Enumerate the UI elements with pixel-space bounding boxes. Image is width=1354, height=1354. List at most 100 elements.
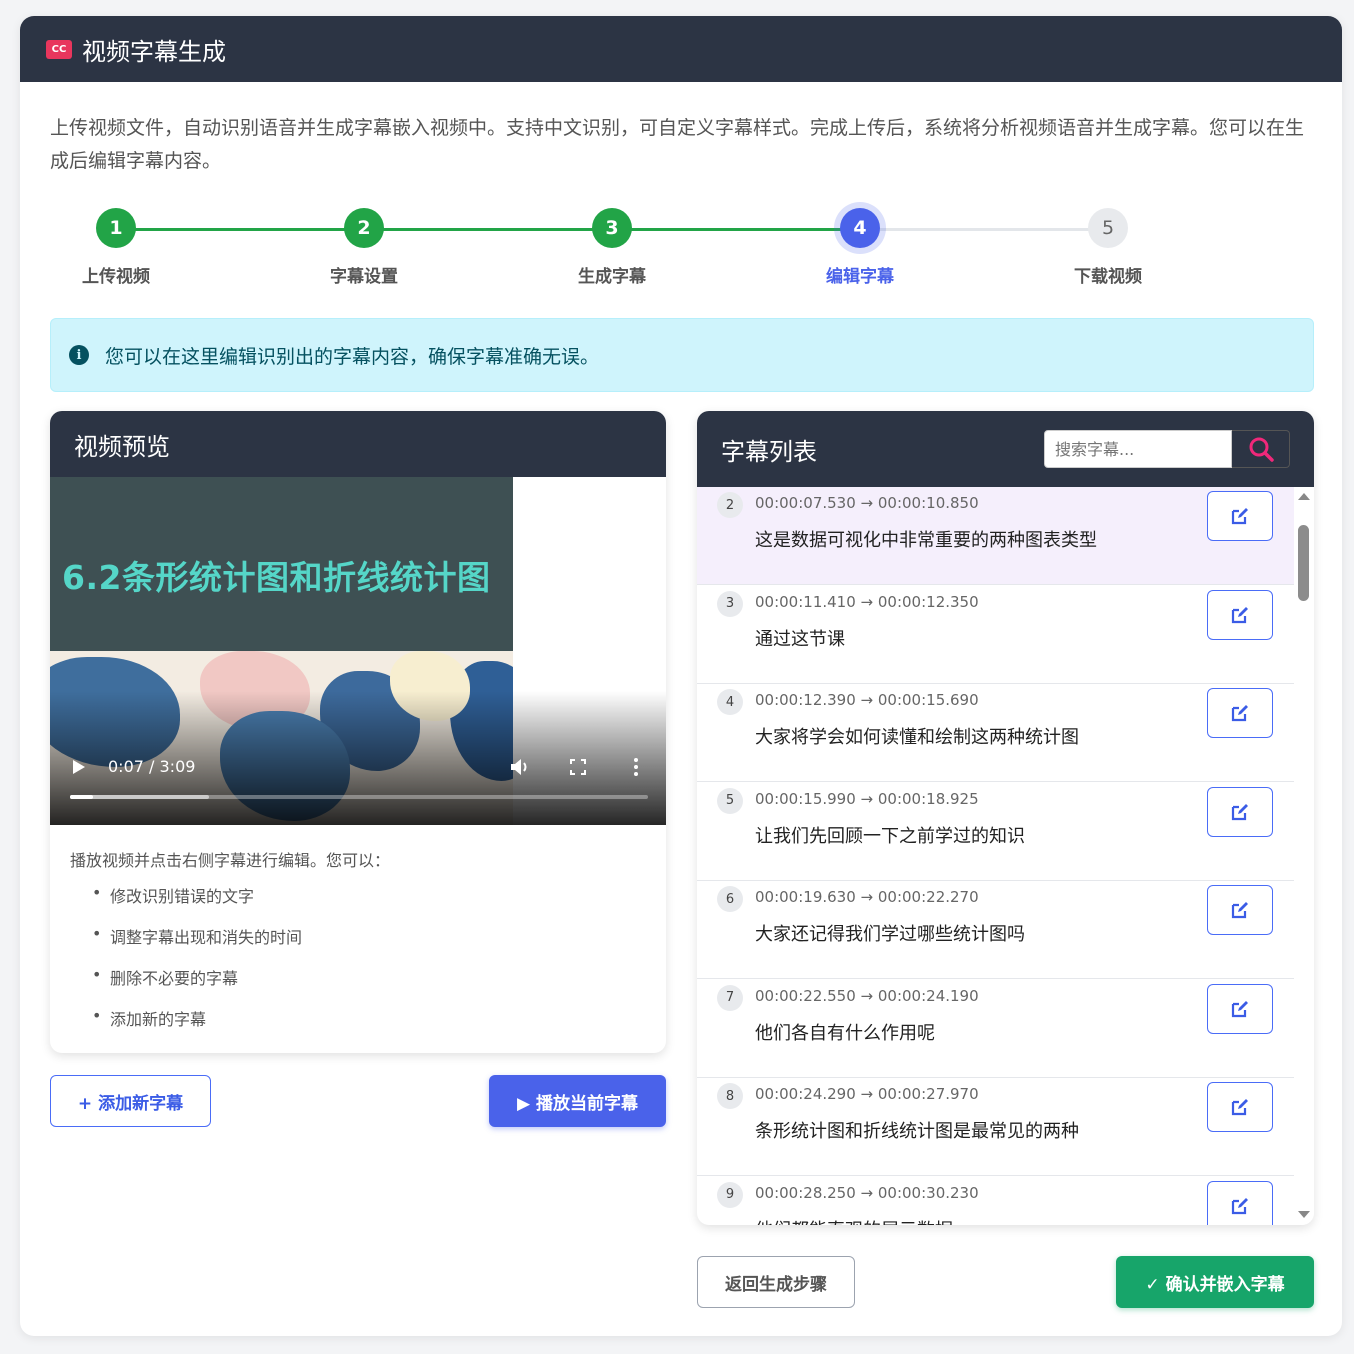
subtitle-text: 通过这节课 — [755, 628, 845, 650]
play-icon[interactable] — [72, 759, 86, 775]
scroll-up-arrow-icon[interactable] — [1298, 493, 1310, 500]
tips-list: 修改识别错误的文字 调整字幕出现和消失的时间 删除不必要的字幕 添加新的字幕 — [70, 883, 646, 1030]
subtitle-timecode: 00:00:15.990 → 00:00:18.925 — [755, 789, 979, 808]
subtitle-text: 让我们先回顾一下之前学过的知识 — [755, 825, 1025, 847]
subtitle-row[interactable]: 3 00:00:11.410 → 00:00:12.350 通过这节课 — [697, 586, 1294, 684]
tip-item: 添加新的字幕 — [90, 1006, 646, 1030]
subtitle-list-panel: 字幕列表 2 00:00:07.530 → 00:00:10.850 这是数据可视化… — [697, 411, 1314, 1225]
subtitle-row[interactable]: 6 00:00:19.630 → 00:00:22.270 大家还记得我们学过哪些统… — [697, 881, 1294, 979]
edit-subtitle-button[interactable] — [1207, 885, 1273, 935]
edit-icon — [1231, 508, 1248, 525]
subtitle-index: 5 — [717, 787, 743, 814]
tip-item: 修改识别错误的文字 — [90, 883, 646, 907]
step-progress: 1 上传视频 2 字幕设置 3 生成字幕 4 编辑字幕 5 下载视频 — [82, 204, 1246, 294]
edit-icon — [1231, 705, 1248, 722]
edit-subtitle-button[interactable] — [1207, 688, 1273, 738]
step-2: 2 字幕设置 — [294, 208, 434, 287]
scroll-thumb[interactable] — [1298, 525, 1309, 601]
step-4-circle: 4 — [840, 208, 880, 248]
edit-subtitle-button[interactable] — [1207, 589, 1273, 640]
subtitle-timecode: 00:00:07.530 → 00:00:10.850 — [755, 494, 979, 512]
edit-icon — [1231, 1099, 1248, 1116]
subtitle-list-scrollbar[interactable] — [1294, 487, 1314, 1225]
subtitle-timecode: 00:00:24.290 → 00:00:27.970 — [755, 1085, 979, 1103]
step-5-circle: 5 — [1088, 208, 1128, 248]
subtitle-row[interactable]: 7 00:00:22.550 → 00:00:24.190 他们各自有什么作用呢 — [697, 980, 1294, 1078]
step-1: 1 上传视频 — [46, 208, 186, 287]
subtitle-timecode: 00:00:22.550 → 00:00:24.190 — [755, 986, 979, 1005]
video-player[interactable]: 6.2条形统计图和折线统计图 0:07 / 3:09 — [50, 477, 666, 825]
scroll-down-arrow-icon[interactable] — [1298, 1211, 1310, 1218]
subtitle-list-title: 字幕列表 — [721, 437, 817, 466]
subtitle-row[interactable]: 5 00:00:15.990 → 00:00:18.925 让我们先回顾一下之前学过… — [697, 783, 1294, 881]
page-description: 上传视频文件，自动识别语音并生成字幕嵌入视频中。支持中文识别，可自定义字幕样式。… — [50, 117, 1305, 172]
subtitle-index: 9 — [717, 1181, 743, 1208]
subtitle-index: 8 — [717, 1083, 743, 1109]
edit-subtitle-button[interactable] — [1207, 491, 1273, 541]
app-title: 视频字幕生成 — [82, 37, 226, 66]
step-line-done — [116, 228, 860, 231]
confirm-embed-button[interactable]: ✓ 确认并嵌入字幕 — [1116, 1256, 1314, 1308]
subtitle-row[interactable]: 2 00:00:07.530 → 00:00:10.850 这是数据可视化中非常重要… — [697, 487, 1294, 585]
info-alert: i 您可以在这里编辑识别出的字幕内容，确保字幕准确无误。 — [50, 318, 1314, 392]
back-to-generate-button[interactable]: 返回生成步骤 — [697, 1256, 855, 1308]
edit-icon — [1231, 1197, 1248, 1214]
subtitle-row[interactable]: 9 00:00:28.250 → 00:00:30.230 他们都能直观的展示数据 — [697, 1177, 1294, 1226]
step-1-circle: 1 — [96, 208, 136, 248]
edit-icon — [1231, 803, 1248, 820]
volume-icon[interactable] — [510, 757, 532, 777]
step-4-label: 编辑字幕 — [826, 267, 894, 287]
video-time: 0:07 / 3:09 — [108, 757, 196, 776]
step-3-circle: 3 — [592, 208, 632, 248]
subtitle-index: 2 — [717, 492, 743, 518]
edit-subtitle-button[interactable] — [1207, 786, 1273, 837]
tip-item: 调整字幕出现和消失的时间 — [90, 924, 646, 948]
more-options-icon[interactable] — [633, 757, 639, 777]
info-icon: i — [69, 345, 89, 365]
subtitle-timecode: 00:00:11.410 → 00:00:12.350 — [755, 592, 979, 611]
edit-icon — [1231, 1000, 1248, 1017]
subtitle-timecode: 00:00:19.630 → 00:00:22.270 — [755, 888, 979, 906]
step-3: 3 生成字幕 — [542, 208, 682, 287]
subtitle-search — [1044, 430, 1290, 468]
cc-icon: CC — [46, 39, 72, 59]
subtitle-text: 大家将学会如何读懂和绘制这两种统计图 — [755, 727, 1079, 748]
step-5-label: 下载视频 — [1074, 267, 1142, 287]
subtitle-row[interactable]: 4 00:00:12.390 → 00:00:15.690 大家将学会如何读懂和绘制… — [697, 684, 1294, 782]
subtitle-text: 条形统计图和折线统计图是最常见的两种 — [755, 1121, 1079, 1142]
subtitle-text: 这是数据可视化中非常重要的两种图表类型 — [755, 530, 1097, 551]
add-subtitle-button[interactable]: + 添加新字幕 — [50, 1075, 211, 1127]
subtitle-search-input[interactable] — [1044, 430, 1232, 468]
subtitle-list: 2 00:00:07.530 → 00:00:10.850 这是数据可视化中非常重要… — [697, 487, 1294, 1225]
tips-intro: 播放视频并点击右侧字幕进行编辑。您可以： — [70, 851, 391, 870]
subtitle-index: 4 — [717, 689, 743, 715]
video-slide-title: 6.2条形统计图和折线统计图 — [62, 558, 491, 597]
video-preview-title: 视频预览 — [50, 411, 666, 477]
edit-tips: 播放视频并点击右侧字幕进行编辑。您可以： 修改识别错误的文字 调整字幕出现和消失… — [50, 825, 666, 1030]
app-header: CC 视频字幕生成 — [20, 16, 1342, 82]
step-5: 5 下载视频 — [1038, 208, 1178, 287]
step-2-label: 字幕设置 — [330, 267, 398, 287]
video-progress-bar[interactable] — [70, 795, 648, 799]
search-icon — [1249, 437, 1274, 462]
video-preview-panel: 视频预览 6.2条形统计图和折线统计图 0:07 / 3:09 播放视频并点击右… — [50, 411, 666, 1053]
subtitle-text: 大家还记得我们学过哪些统计图吗 — [755, 924, 1025, 945]
video-controls: 0:07 / 3:09 — [50, 747, 666, 787]
subtitle-timecode: 00:00:12.390 → 00:00:15.690 — [755, 691, 979, 709]
edit-icon — [1231, 606, 1248, 623]
subtitle-text: 他们都能直观的展示数据 — [755, 1216, 953, 1226]
step-1-label: 上传视频 — [82, 267, 150, 287]
fullscreen-icon[interactable] — [570, 759, 586, 775]
search-button[interactable] — [1232, 430, 1290, 468]
edit-subtitle-button[interactable] — [1207, 983, 1273, 1034]
info-alert-text: 您可以在这里编辑识别出的字幕内容，确保字幕准确无误。 — [105, 345, 600, 368]
subtitle-row[interactable]: 8 00:00:24.290 → 00:00:27.970 条形统计图和折线统计图是… — [697, 1078, 1294, 1176]
edit-subtitle-button[interactable] — [1207, 1180, 1273, 1225]
play-current-subtitle-button[interactable]: ▶ 播放当前字幕 — [489, 1075, 666, 1127]
subtitle-list-header: 字幕列表 — [697, 411, 1314, 487]
video-progress-fill — [70, 795, 94, 799]
subtitle-timecode: 00:00:28.250 → 00:00:30.230 — [755, 1183, 979, 1202]
step-3-label: 生成字幕 — [578, 267, 646, 287]
edit-subtitle-button[interactable] — [1207, 1082, 1273, 1132]
subtitle-index: 7 — [717, 984, 743, 1011]
